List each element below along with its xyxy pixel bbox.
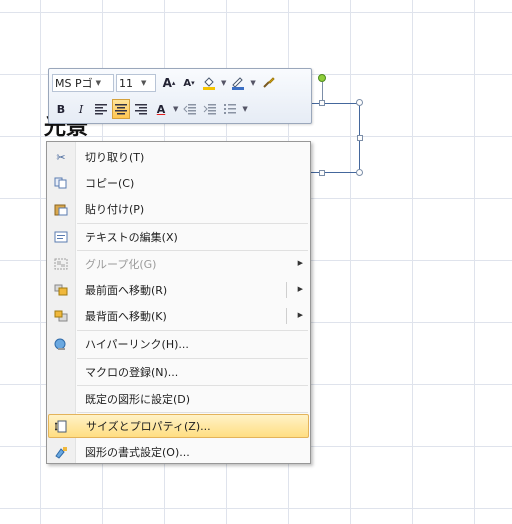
decrease-indent-icon <box>183 104 197 115</box>
menu-item-label: マクロの登録(N)... <box>85 366 179 379</box>
menu-item-label: 図形の書式設定(O)... <box>85 446 190 459</box>
menu-item-label: サイズとプロパティ(Z)... <box>86 420 211 433</box>
menu-item-set-default-shape[interactable]: 既定の図形に設定(D) <box>48 387 309 411</box>
shrink-font-button[interactable]: A ▾ <box>180 73 198 93</box>
font-size-value: 11 <box>119 76 133 90</box>
menu-item-label: 既定の図形に設定(D) <box>85 393 191 406</box>
paint-bucket-icon <box>203 77 215 90</box>
group-icon <box>48 252 74 276</box>
increase-indent-icon <box>204 104 217 115</box>
resize-handle-bottom-right[interactable] <box>356 169 363 176</box>
font-size-combo[interactable]: 11 ▼ <box>116 74 156 92</box>
submenu-arrow-icon[interactable]: ▶ <box>298 311 303 319</box>
mini-toolbar: MS Pゴ ▼ 11 ▼ A ▴ A ▾ ▼ ▼ B I A ▼ ▼ <box>48 68 312 124</box>
menu-item-label: コピー(C) <box>85 177 135 190</box>
copy-icon <box>48 171 74 195</box>
italic-icon: I <box>78 102 84 116</box>
font-color-button[interactable]: A <box>152 99 170 119</box>
chevron-down-icon[interactable]: ▼ <box>221 79 226 87</box>
rotation-handle[interactable] <box>318 74 326 82</box>
menu-item-label: ハイパーリンク(H)... <box>85 338 189 351</box>
menu-item-size-properties[interactable]: サイズとプロパティ(Z)... <box>48 414 309 438</box>
format-painter-icon <box>263 77 275 88</box>
outline-color-button[interactable] <box>229 73 247 93</box>
edit-text-icon <box>48 225 74 249</box>
paste-icon <box>48 197 74 221</box>
menu-split-divider <box>286 282 287 298</box>
menu-item-label: 最前面へ移動(R) <box>85 284 168 297</box>
grow-font-button[interactable]: A ▴ <box>160 73 178 93</box>
align-right-icon <box>135 104 147 115</box>
bold-icon: B <box>56 102 66 116</box>
send-to-back-icon <box>48 304 74 328</box>
menu-separator <box>77 250 308 251</box>
resize-handle-right[interactable] <box>357 135 363 141</box>
resize-handle-top-right[interactable] <box>356 99 363 106</box>
bold-button[interactable]: B <box>52 99 70 119</box>
grow-font-icon: A <box>162 76 172 90</box>
decrease-indent-button[interactable] <box>181 99 199 119</box>
increase-indent-button[interactable] <box>201 99 219 119</box>
menu-item-edit-text[interactable]: テキストの編集(X) <box>48 225 309 249</box>
menu-item-label: 最背面へ移動(K) <box>85 310 167 323</box>
fill-color-button[interactable] <box>200 73 218 93</box>
bullets-button[interactable] <box>221 99 239 119</box>
font-name-combo[interactable]: MS Pゴ ▼ <box>52 74 114 92</box>
scissors-icon: ✂ <box>56 150 66 164</box>
menu-separator <box>77 358 308 359</box>
menu-item-send-to-back[interactable]: 最背面へ移動(K) ▶ <box>48 304 309 328</box>
menu-item-label: 貼り付け(P) <box>85 203 145 216</box>
menu-split-divider <box>286 308 287 324</box>
menu-separator <box>77 330 308 331</box>
resize-handle-bottom[interactable] <box>319 170 325 176</box>
font-name-value: MS Pゴ <box>55 77 93 90</box>
pen-outline-icon <box>232 77 245 90</box>
align-right-button[interactable] <box>132 99 150 119</box>
align-left-button[interactable] <box>92 99 110 119</box>
format-painter-button[interactable] <box>259 73 277 93</box>
menu-separator <box>77 223 308 224</box>
menu-item-group[interactable]: グループ化(G) ▶ <box>48 252 309 276</box>
align-left-icon <box>95 104 107 115</box>
bring-to-front-icon <box>48 278 74 302</box>
menu-separator <box>77 385 308 386</box>
menu-separator <box>77 412 308 413</box>
chevron-down-icon[interactable]: ▼ <box>173 105 178 113</box>
menu-item-format-shape[interactable]: 図形の書式設定(O)... <box>48 440 309 464</box>
italic-button[interactable]: I <box>72 99 90 119</box>
context-menu: ✂ 切り取り(T) コピー(C) 貼り付け(P) テキストの編集(X) グループ… <box>46 141 311 464</box>
shrink-font-icon: A <box>183 77 192 89</box>
menu-icon-placeholder <box>48 360 74 384</box>
menu-item-hyperlink[interactable]: ハイパーリンク(H)... <box>48 332 309 356</box>
submenu-arrow-icon: ▶ <box>297 259 303 267</box>
chevron-down-icon: ▼ <box>141 79 147 87</box>
menu-item-assign-macro[interactable]: マクロの登録(N)... <box>48 360 309 384</box>
align-center-icon <box>115 104 127 115</box>
menu-item-paste[interactable]: 貼り付け(P) <box>48 197 309 221</box>
bullets-icon <box>224 104 237 114</box>
format-shape-icon <box>48 440 74 464</box>
size-properties-icon <box>49 414 75 438</box>
font-color-icon: A <box>156 102 166 116</box>
hyperlink-icon <box>48 332 74 356</box>
resize-handle-top[interactable] <box>319 100 325 106</box>
menu-item-copy[interactable]: コピー(C) <box>48 171 309 195</box>
menu-item-label: グループ化(G) <box>85 258 157 271</box>
menu-item-bring-to-front[interactable]: 最前面へ移動(R) ▶ <box>48 278 309 302</box>
chevron-down-icon[interactable]: ▼ <box>250 79 255 87</box>
chevron-down-icon: ▼ <box>95 79 101 87</box>
align-center-button[interactable] <box>112 99 130 119</box>
menu-item-label: 切り取り(T) <box>85 151 145 164</box>
submenu-arrow-icon[interactable]: ▶ <box>298 285 303 293</box>
menu-icon-placeholder <box>48 387 74 411</box>
menu-item-label: テキストの編集(X) <box>85 231 178 244</box>
menu-item-cut[interactable]: ✂ 切り取り(T) <box>48 145 309 169</box>
chevron-down-icon[interactable]: ▼ <box>242 105 247 113</box>
